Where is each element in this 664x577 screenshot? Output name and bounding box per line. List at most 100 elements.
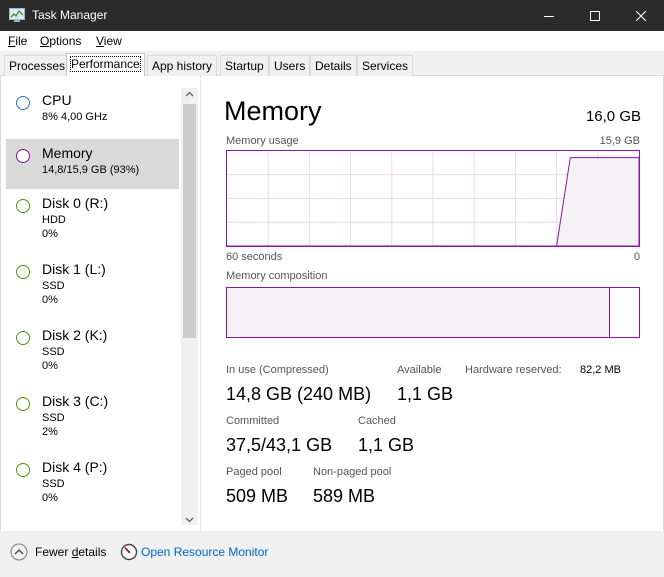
sidebar-item-disk-4[interactable]: Disk 4 (P:) SSD 0% bbox=[6, 453, 179, 504]
sidebar-item-usage: 0% bbox=[42, 294, 58, 306]
scrollbar-thumb[interactable] bbox=[183, 104, 196, 338]
menu-file-label: ile bbox=[15, 34, 28, 48]
sidebar-item-detail: 8% 4,00 GHz bbox=[42, 111, 108, 123]
cached-value: 1,1 GB bbox=[358, 435, 415, 455]
sidebar-item-usage: 0% bbox=[42, 360, 58, 372]
tab-label: Performance bbox=[70, 56, 141, 72]
sidebar-item-type: SSD bbox=[42, 412, 65, 424]
sidebar-item-disk-2[interactable]: Disk 2 (K:) SSD 0% bbox=[6, 321, 179, 372]
maximize-icon bbox=[590, 10, 600, 21]
disk-status-icon bbox=[16, 397, 30, 411]
tab-label: Startup bbox=[225, 59, 264, 73]
fewer-details-label-rest: etails bbox=[78, 545, 107, 559]
tab-label: Processes bbox=[9, 59, 66, 73]
maximize-button[interactable] bbox=[572, 0, 618, 31]
menu-options[interactable]: Options bbox=[40, 34, 81, 48]
scroll-up-icon[interactable] bbox=[185, 91, 194, 97]
sidebar-item-usage: 0% bbox=[42, 228, 58, 240]
memory-composition-bar bbox=[226, 287, 640, 338]
memory-usage-max: 15,9 GB bbox=[599, 135, 640, 147]
sidebar-item-cpu[interactable]: CPU 8% 4,00 GHz bbox=[6, 86, 179, 136]
in-use-label: In use (Compressed) bbox=[226, 364, 329, 376]
memory-total: 16,0 GB bbox=[585, 108, 641, 125]
page-title: Memory bbox=[224, 96, 322, 126]
cached-label: Cached bbox=[358, 415, 396, 427]
minimize-button[interactable] bbox=[526, 0, 572, 31]
committed-value: 37,5/43,1 GB bbox=[226, 435, 333, 455]
sidebar-item-usage: 0% bbox=[42, 492, 58, 504]
sidebar-item-type: SSD bbox=[42, 478, 65, 490]
resource-sidebar: CPU 8% 4,00 GHz Memory 14,8/15,9 GB (93%… bbox=[1, 76, 201, 531]
sidebar-item-type: SSD bbox=[42, 346, 65, 358]
available-label: Available bbox=[397, 364, 442, 376]
fewer-details-link[interactable]: Fewer details bbox=[35, 545, 106, 559]
tab-details[interactable]: Details bbox=[310, 55, 357, 76]
hardware-reserved-value: 82,2 MB bbox=[580, 364, 621, 376]
sidebar-item-disk-0[interactable]: Disk 0 (R:) HDD 0% bbox=[6, 189, 179, 240]
tab-app-history[interactable]: App history bbox=[147, 55, 218, 76]
graph-time-left: 60 seconds bbox=[226, 251, 283, 263]
performance-panel: CPU 8% 4,00 GHz Memory 14,8/15,9 GB (93%… bbox=[0, 76, 664, 531]
menu-options-accesskey: O bbox=[40, 34, 50, 48]
scroll-down-icon[interactable] bbox=[185, 517, 194, 523]
title-bar: Task Manager bbox=[0, 0, 664, 31]
composition-modified bbox=[610, 288, 614, 337]
sidebar-item-name: Disk 0 (R:) bbox=[42, 195, 109, 211]
graph-time-right: 0 bbox=[633, 251, 640, 263]
memory-detail-pane: Memory 16,0 GB Memory usage 15,9 GB 60 s… bbox=[202, 76, 664, 531]
menu-file[interactable]: File bbox=[8, 34, 27, 48]
sidebar-item-name: CPU bbox=[42, 92, 72, 108]
tab-startup[interactable]: Startup bbox=[220, 55, 269, 76]
tab-users[interactable]: Users bbox=[269, 55, 311, 76]
memory-usage-label: Memory usage bbox=[226, 135, 299, 147]
sidebar-item-disk-1[interactable]: Disk 1 (L:) SSD 0% bbox=[6, 255, 179, 306]
sidebar-item-detail: 14,8/15,9 GB (93%) bbox=[42, 164, 140, 176]
tab-services[interactable]: Services bbox=[357, 55, 414, 76]
sidebar-item-disk-3[interactable]: Disk 3 (C:) SSD 2% bbox=[6, 387, 179, 438]
tab-bar: Processes Performance App history Startu… bbox=[0, 51, 664, 76]
sidebar-item-memory[interactable]: Memory 14,8/15,9 GB (93%) bbox=[6, 139, 179, 189]
sidebar-scrollbar[interactable] bbox=[181, 88, 198, 525]
close-button[interactable] bbox=[618, 0, 664, 31]
menu-view-label: iew bbox=[103, 34, 122, 48]
menu-bar: File Options View bbox=[0, 31, 664, 51]
menu-view[interactable]: View bbox=[96, 34, 122, 48]
non-paged-pool-value: 589 MB bbox=[313, 486, 376, 506]
tab-label: Details bbox=[315, 59, 352, 73]
task-manager-icon bbox=[9, 8, 25, 22]
in-use-value: 14,8 GB (240 MB) bbox=[226, 384, 372, 404]
open-resource-monitor-link[interactable]: Open Resource Monitor bbox=[141, 545, 268, 559]
disk-status-icon bbox=[16, 265, 30, 279]
memory-usage-graph bbox=[226, 150, 640, 247]
close-icon bbox=[636, 10, 646, 21]
hardware-reserved-label: Hardware reserved: bbox=[465, 364, 562, 376]
minimize-icon bbox=[544, 15, 554, 17]
sidebar-item-name: Disk 3 (C:) bbox=[42, 393, 109, 409]
sidebar-item-name: Disk 1 (L:) bbox=[42, 261, 106, 277]
fewer-details-label: Fewer bbox=[35, 545, 72, 559]
composition-in-use bbox=[227, 288, 610, 337]
non-paged-pool-label: Non-paged pool bbox=[313, 466, 392, 478]
available-value: 1,1 GB bbox=[397, 384, 454, 404]
sidebar-item-name: Disk 2 (K:) bbox=[42, 327, 108, 343]
paged-pool-value: 509 MB bbox=[226, 486, 289, 506]
menu-view-accesskey: V bbox=[96, 34, 104, 48]
disk-status-icon bbox=[16, 463, 30, 477]
memory-composition-label: Memory composition bbox=[226, 270, 328, 282]
tab-label: App history bbox=[152, 59, 213, 73]
sidebar-item-name: Memory bbox=[42, 145, 93, 161]
chevron-up-circle-icon[interactable] bbox=[10, 543, 28, 561]
paged-pool-label: Paged pool bbox=[226, 466, 282, 478]
sidebar-item-name: Disk 4 (P:) bbox=[42, 459, 108, 475]
cpu-status-icon bbox=[16, 96, 30, 110]
sidebar-item-type: HDD bbox=[42, 214, 66, 226]
tab-performance[interactable]: Performance bbox=[66, 53, 145, 76]
window-title: Task Manager bbox=[32, 8, 108, 22]
tab-label: Services bbox=[362, 59, 409, 73]
memory-status-icon bbox=[16, 149, 30, 163]
disk-status-icon bbox=[16, 199, 30, 213]
tab-label: Users bbox=[274, 59, 306, 73]
resource-monitor-icon bbox=[120, 543, 138, 561]
menu-options-label: ptions bbox=[49, 34, 82, 48]
tab-processes[interactable]: Processes bbox=[4, 55, 71, 76]
